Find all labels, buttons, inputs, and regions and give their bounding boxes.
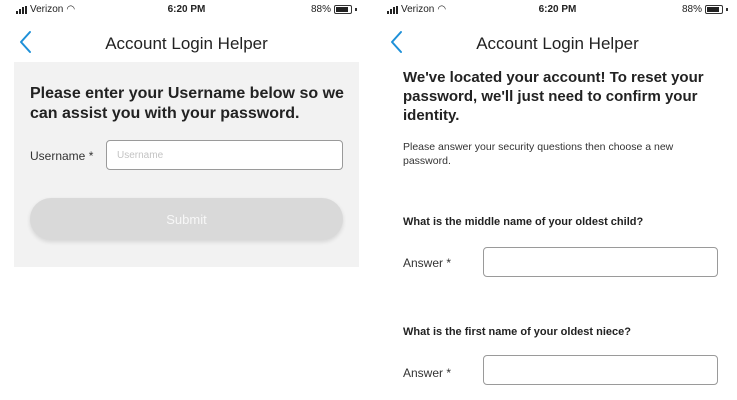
battery-icon	[705, 5, 723, 14]
username-label: Username *	[30, 149, 94, 163]
battery-indicator: 88%	[311, 4, 357, 15]
status-time: 6:20 PM	[538, 4, 577, 15]
status-bar: Verizon ◠ 6:20 PM 88%	[14, 0, 359, 20]
page-title: Account Login Helper	[105, 34, 268, 53]
security-intro-text: Please answer your security questions th…	[403, 141, 674, 167]
username-input[interactable]	[106, 140, 343, 170]
answer-label-2: Answer *	[403, 366, 452, 380]
login-helper-screen-security: Verizon ◠ 6:20 PM 88% Account Login Help…	[385, 0, 730, 400]
nav-bar: Account Login Helper	[385, 28, 730, 58]
account-located-heading: We've located your account! To reset you…	[403, 69, 704, 124]
security-question-2: What is the first name of your oldest ni…	[403, 326, 631, 338]
page-title: Account Login Helper	[476, 34, 639, 53]
answer-input-2[interactable]	[483, 355, 718, 385]
submit-button[interactable]: Submit	[30, 198, 343, 240]
answer-input-1[interactable]	[483, 247, 718, 277]
username-form-panel: Please enter your Username below so we c…	[14, 62, 359, 267]
security-question-1: What is the middle name of your oldest c…	[403, 216, 644, 228]
battery-percent: 88%	[310, 4, 331, 15]
status-bar: Verizon ◠ 6:20 PM 88%	[385, 0, 730, 20]
nav-bar: Account Login Helper	[14, 28, 359, 58]
battery-percent: 88%	[681, 4, 702, 15]
answer-label-1: Answer *	[403, 256, 452, 270]
login-helper-screen-username: Verizon ◠ 6:20 PM 88% Account Login Help…	[14, 0, 359, 400]
battery-indicator: 88%	[682, 4, 728, 15]
instruction-heading: Please enter your Username below so we c…	[30, 85, 344, 122]
battery-icon	[334, 5, 352, 14]
status-time: 6:20 PM	[167, 4, 206, 15]
